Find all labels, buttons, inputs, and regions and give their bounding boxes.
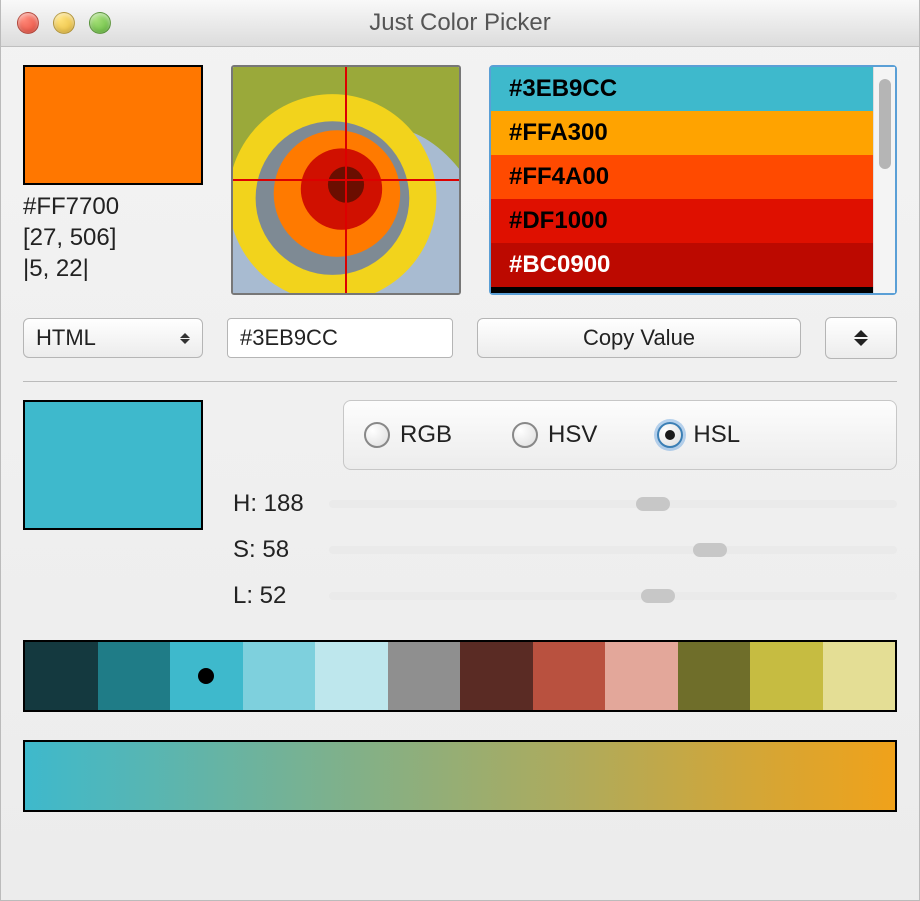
slider-h-track[interactable] xyxy=(329,500,897,508)
sliders: H: 188 S: 58 L: 52 xyxy=(233,490,897,610)
window-title: Just Color Picker xyxy=(1,9,919,37)
triangle-up-icon xyxy=(854,330,868,337)
mode-radio-label: RGB xyxy=(400,421,452,449)
slider-l-track[interactable] xyxy=(329,592,897,600)
color-list-item[interactable]: #BC0900 xyxy=(491,243,873,287)
minimize-button[interactable] xyxy=(53,12,75,34)
color-list-item[interactable]: #FFA300 xyxy=(491,111,873,155)
palette-cell[interactable] xyxy=(678,642,751,710)
palette-cell[interactable] xyxy=(460,642,533,710)
color-list-item[interactable]: #3EB9CC xyxy=(491,67,873,111)
palette-cell[interactable] xyxy=(605,642,678,710)
mode-radio-label: HSV xyxy=(548,421,597,449)
current-delta-label: |5, 22| xyxy=(23,253,203,284)
slider-h-thumb[interactable] xyxy=(636,497,670,511)
palette-cell[interactable] xyxy=(388,642,461,710)
format-select[interactable]: HTML xyxy=(23,318,203,358)
color-mode-group: RGB HSV HSL xyxy=(343,400,897,470)
palette-marker-icon xyxy=(198,668,214,684)
current-color-block: #FF7700 [27, 506] |5, 22| xyxy=(23,65,203,285)
mode-radio-rgb[interactable]: RGB xyxy=(364,421,452,449)
chevron-updown-icon xyxy=(180,333,190,344)
mode-radio-hsl[interactable]: HSL xyxy=(657,421,740,449)
current-hex-label: #FF7700 xyxy=(23,191,203,222)
palette-cell[interactable] xyxy=(170,642,243,710)
slider-h-label: H: 188 xyxy=(233,490,313,518)
triangle-down-icon xyxy=(854,339,868,346)
radio-icon xyxy=(512,422,538,448)
palette-cell[interactable] xyxy=(823,642,896,710)
format-select-value: HTML xyxy=(36,325,96,351)
color-list[interactable]: #3EB9CC#FFA300#FF4A00#DF1000#BC0900 xyxy=(491,67,873,293)
mode-radio-label: HSL xyxy=(693,421,740,449)
app-window: Just Color Picker #FF7700 [27, 506] |5, … xyxy=(0,0,920,901)
palette-cell[interactable] xyxy=(98,642,171,710)
palette-cell[interactable] xyxy=(750,642,823,710)
mode-radio-hsv[interactable]: HSV xyxy=(512,421,597,449)
current-coords-label: [27, 506] xyxy=(23,222,203,253)
content-area: #FF7700 [27, 506] |5, 22| xyxy=(1,47,919,900)
color-list-item[interactable] xyxy=(491,287,873,293)
slider-s-thumb[interactable] xyxy=(693,543,727,557)
crosshair-vertical xyxy=(345,67,347,293)
current-color-swatch xyxy=(23,65,203,185)
titlebar: Just Color Picker xyxy=(1,0,919,47)
separator xyxy=(23,381,897,382)
slider-s-row: S: 58 xyxy=(233,536,897,564)
color-list-scrollbar[interactable] xyxy=(873,67,895,293)
color-list-item[interactable]: #DF1000 xyxy=(491,199,873,243)
magnifier-view xyxy=(231,65,461,295)
slider-l-label: L: 52 xyxy=(233,582,313,610)
palette-cell[interactable] xyxy=(25,642,98,710)
slider-l-thumb[interactable] xyxy=(641,589,675,603)
controls-row: HTML Copy Value xyxy=(23,317,897,359)
palette-strip xyxy=(23,640,897,712)
window-controls xyxy=(17,12,111,34)
info-lines: #FF7700 [27, 506] |5, 22| xyxy=(23,191,203,285)
hsl-controls: RGB HSV HSL H: 188 S: 58 xyxy=(233,400,897,610)
color-list-container: #3EB9CC#FFA300#FF4A00#DF1000#BC0900 xyxy=(489,65,897,295)
copy-value-button[interactable]: Copy Value xyxy=(477,318,801,358)
gradient-bar xyxy=(23,740,897,812)
radio-icon xyxy=(657,422,683,448)
scroll-thumb[interactable] xyxy=(879,79,891,169)
slider-h-row: H: 188 xyxy=(233,490,897,518)
list-nav-button[interactable] xyxy=(825,317,897,359)
slider-l-row: L: 52 xyxy=(233,582,897,610)
slider-s-track[interactable] xyxy=(329,546,897,554)
color-list-item[interactable]: #FF4A00 xyxy=(491,155,873,199)
palette-cell[interactable] xyxy=(315,642,388,710)
top-row: #FF7700 [27, 506] |5, 22| xyxy=(23,65,897,295)
slider-s-label: S: 58 xyxy=(233,536,313,564)
hsl-section: RGB HSV HSL H: 188 S: 58 xyxy=(23,400,897,610)
close-button[interactable] xyxy=(17,12,39,34)
palette-cell[interactable] xyxy=(533,642,606,710)
color-value-input[interactable] xyxy=(227,318,453,358)
palette-cell[interactable] xyxy=(243,642,316,710)
radio-icon xyxy=(364,422,390,448)
zoom-button[interactable] xyxy=(89,12,111,34)
hsl-preview-swatch xyxy=(23,400,203,530)
